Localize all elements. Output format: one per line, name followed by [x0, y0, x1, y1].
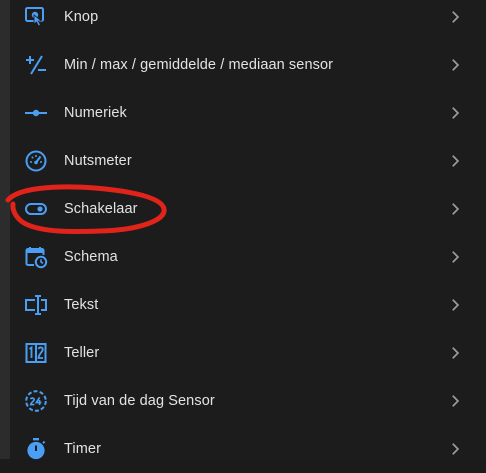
- list-item-label: Tijd van de dag Sensor: [64, 393, 215, 409]
- toggle-switch-icon: [24, 197, 48, 221]
- list-item-label: Nutsmeter: [64, 153, 132, 169]
- gauge-icon: [24, 149, 48, 173]
- counter-icon: [24, 341, 48, 365]
- chevron-right-icon: [446, 152, 464, 170]
- list-item-knop[interactable]: Knop: [10, 0, 486, 41]
- list-item-label: Schakelaar: [64, 201, 138, 217]
- list-item-label: Timer: [64, 441, 102, 457]
- form-textbox-icon: [24, 293, 48, 317]
- chevron-right-icon: [446, 392, 464, 410]
- calendar-clock-icon: [24, 245, 48, 269]
- left-edge-strip: [0, 0, 10, 459]
- list-item-min-max-sensor[interactable]: Min / max / gemiddelde / mediaan sensor: [10, 41, 486, 89]
- list-item-numeriek[interactable]: Numeriek: [10, 89, 486, 137]
- list-item-label: Teller: [64, 345, 100, 361]
- helper-type-list: Knop Min / max / gemiddelde / mediaan se…: [10, 0, 486, 473]
- hours-24-icon: [24, 389, 48, 413]
- button-press-icon: [24, 5, 48, 29]
- list-item-tijd-van-de-dag-sensor[interactable]: Tijd van de dag Sensor: [10, 377, 486, 425]
- integration-helper-list-panel: Knop Min / max / gemiddelde / mediaan se…: [10, 0, 486, 460]
- chevron-right-icon: [446, 440, 464, 458]
- list-item-schema[interactable]: Schema: [10, 233, 486, 281]
- chevron-right-icon: [446, 248, 464, 266]
- chevron-right-icon: [446, 344, 464, 362]
- chevron-right-icon: [446, 8, 464, 26]
- list-item-teller[interactable]: Teller: [10, 329, 486, 377]
- chevron-right-icon: [446, 56, 464, 74]
- list-item-label: Schema: [64, 249, 118, 265]
- list-item-tekst[interactable]: Tekst: [10, 281, 486, 329]
- list-item-label: Numeriek: [64, 105, 127, 121]
- ray-vertex-icon: [24, 101, 48, 125]
- list-item-timer[interactable]: Timer: [10, 425, 486, 473]
- list-item-label: Tekst: [64, 297, 99, 313]
- list-item-label: Knop: [64, 9, 99, 25]
- list-item-schakelaar[interactable]: Schakelaar: [10, 185, 486, 233]
- chevron-right-icon: [446, 296, 464, 314]
- chevron-right-icon: [446, 200, 464, 218]
- timer-icon: [24, 437, 48, 461]
- chevron-right-icon: [446, 104, 464, 122]
- plus-minus-icon: [24, 53, 48, 77]
- list-item-label: Min / max / gemiddelde / mediaan sensor: [64, 57, 334, 73]
- list-item-nutsmeter[interactable]: Nutsmeter: [10, 137, 486, 185]
